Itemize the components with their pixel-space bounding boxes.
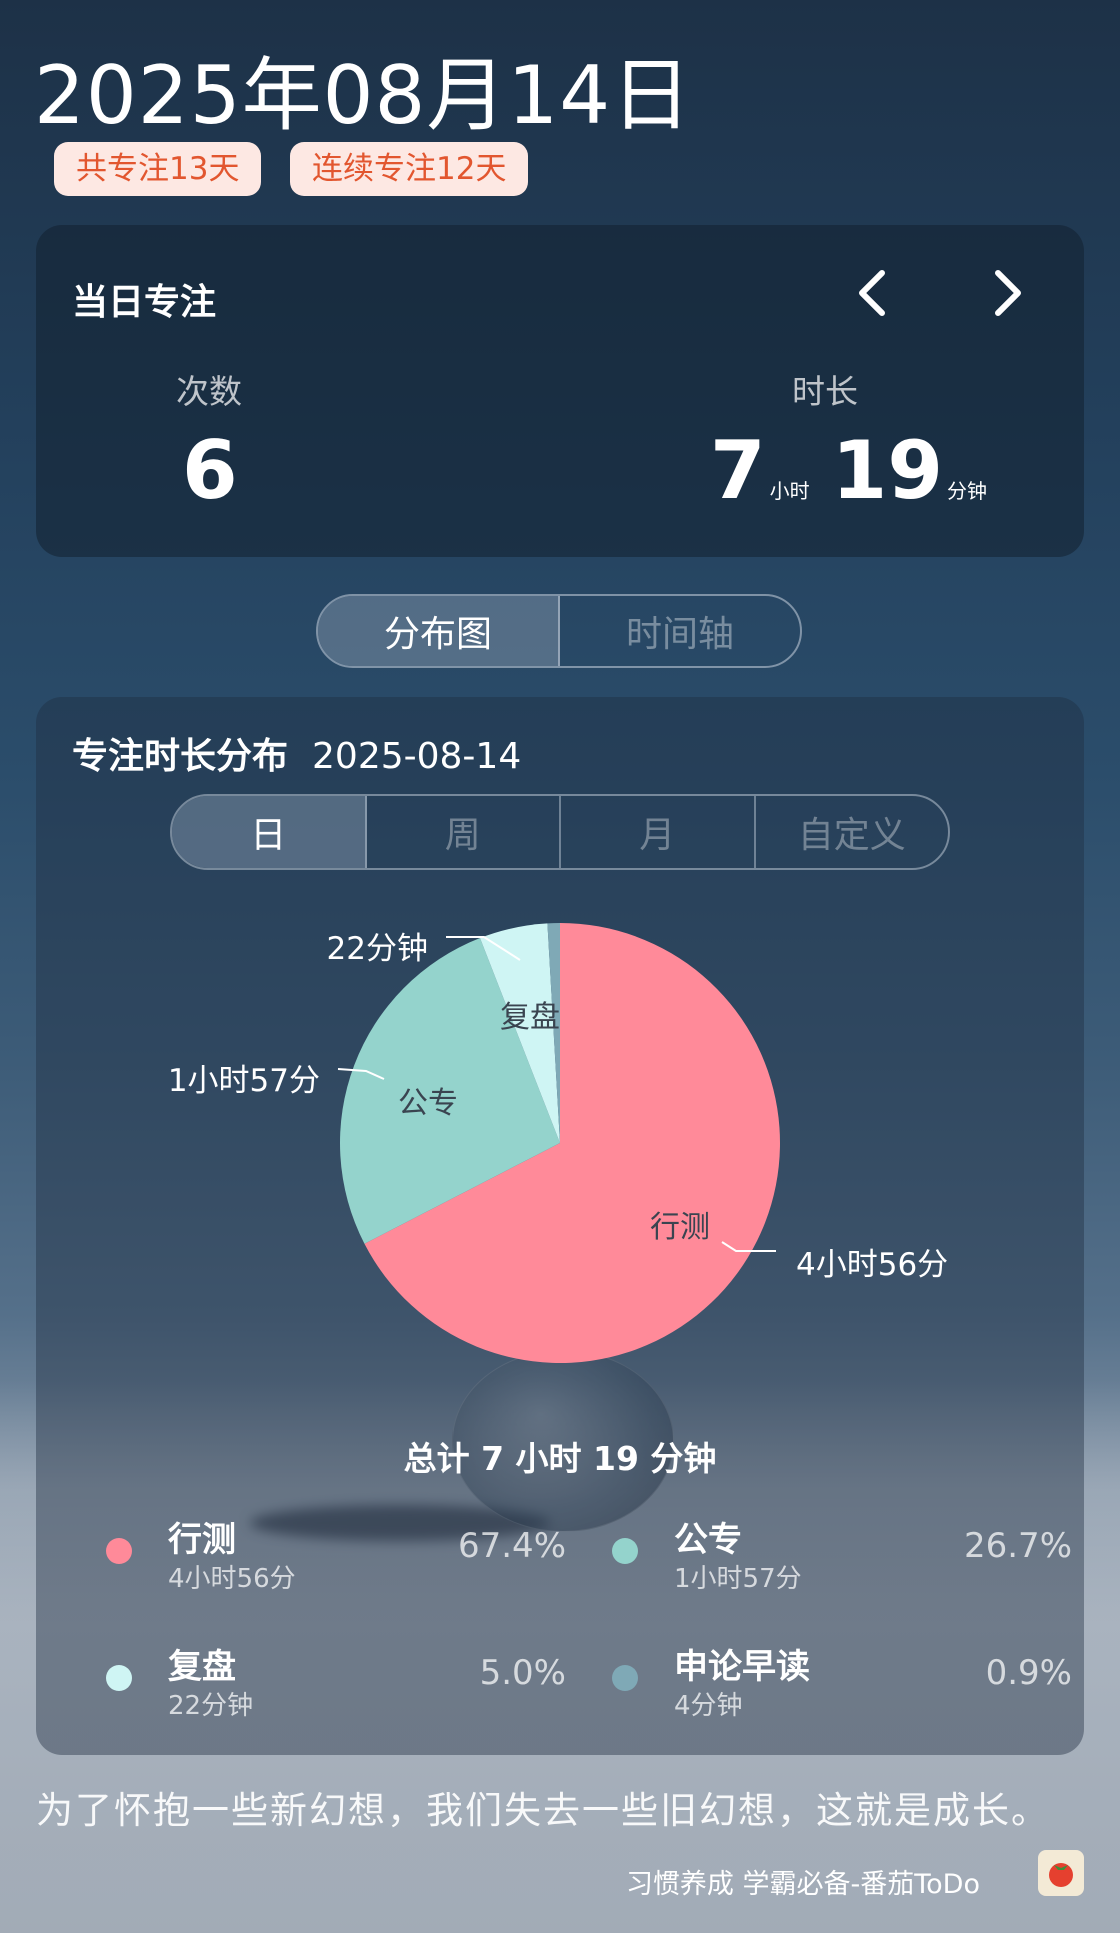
- pie-value-label-xingce: 4小时56分: [796, 1247, 948, 1283]
- distribution-card: 专注时长分布 2025-08-14 日 周 月 自定义 行测 4小时56分 公专 1小时…: [36, 697, 1084, 1755]
- legend-dot: [106, 1665, 132, 1691]
- view-toggle: 分布图 时间轴: [316, 594, 802, 668]
- footer-slogan: 习惯养成 学霸必备-番茄ToDo: [625, 1869, 980, 1900]
- tab-distribution[interactable]: 分布图: [318, 596, 560, 666]
- duration-hours-unit: 小时: [769, 479, 810, 503]
- count-label: 次数: [176, 372, 242, 411]
- legend-duration: 1小时57分: [674, 1564, 802, 1594]
- duration-label: 时长: [792, 372, 858, 411]
- pie-slice-label-xingce: 行测: [650, 1210, 710, 1245]
- pie-slice-label-gongzhuan: 公专: [398, 1086, 458, 1121]
- legend-dot: [612, 1665, 638, 1691]
- legend-item: 申论早读 4分钟 0.9%: [612, 1639, 1082, 1729]
- next-day-button[interactable]: [978, 263, 1038, 323]
- legend-dot: [612, 1538, 638, 1564]
- motivational-quote: 为了怀抱一些新幻想，我们失去一些旧幻想，这就是成长。: [36, 1789, 1050, 1832]
- legend-item: 行测 4小时56分 67.4%: [106, 1512, 576, 1602]
- legend-duration: 22分钟: [168, 1691, 254, 1721]
- legend-duration: 4小时56分: [168, 1564, 296, 1594]
- legend-duration: 4分钟: [674, 1691, 743, 1721]
- duration-minutes: 19: [831, 424, 943, 517]
- legend-dot: [106, 1538, 132, 1564]
- legend-name: 公专: [674, 1520, 742, 1560]
- legend-percent: 67.4%: [457, 1526, 566, 1566]
- total-duration: 总计 7 小时 19 分钟: [403, 1439, 717, 1478]
- tomato-icon: [1049, 1863, 1073, 1887]
- pie-value-label-gongzhuan: 1小时57分: [168, 1063, 320, 1099]
- page-title-date: 2025年08月14日: [34, 49, 693, 142]
- chevron-left-icon: [859, 270, 885, 316]
- pie-value-label-fupan: 22分钟: [327, 931, 428, 967]
- tab-timeline[interactable]: 时间轴: [560, 596, 800, 666]
- legend-percent: 0.9%: [985, 1653, 1072, 1693]
- duration-value: 7 小时 19 分钟: [710, 423, 1009, 541]
- legend-name: 行测: [168, 1520, 236, 1560]
- total-days-badge: 共专注13天: [54, 142, 262, 196]
- pie-slice-label-fupan: 复盘: [500, 1000, 560, 1035]
- duration-minutes-unit: 分钟: [947, 479, 987, 503]
- today-focus-title: 当日专注: [72, 282, 217, 323]
- previous-day-button[interactable]: [842, 263, 902, 323]
- focus-pie-chart: 行测 4小时56分 公专 1小时57分 复盘 22分钟: [168, 923, 948, 1363]
- count-value: 6: [182, 424, 238, 517]
- legend-name: 复盘: [168, 1647, 236, 1687]
- app-logo: [1038, 1850, 1084, 1896]
- legend-percent: 26.7%: [963, 1526, 1072, 1566]
- duration-hours: 7: [710, 424, 766, 517]
- legend-name: 申论早读: [674, 1647, 810, 1687]
- chevron-right-icon: [995, 270, 1021, 316]
- legend-item: 公专 1小时57分 26.7%: [612, 1512, 1082, 1602]
- legend-percent: 5.0%: [479, 1653, 566, 1693]
- legend-item: 复盘 22分钟 5.0%: [106, 1639, 576, 1729]
- today-focus-card: 当日专注 次数 时长 6 7 小时 19 分钟: [36, 225, 1084, 557]
- streak-days-badge: 连续专注12天: [290, 142, 529, 196]
